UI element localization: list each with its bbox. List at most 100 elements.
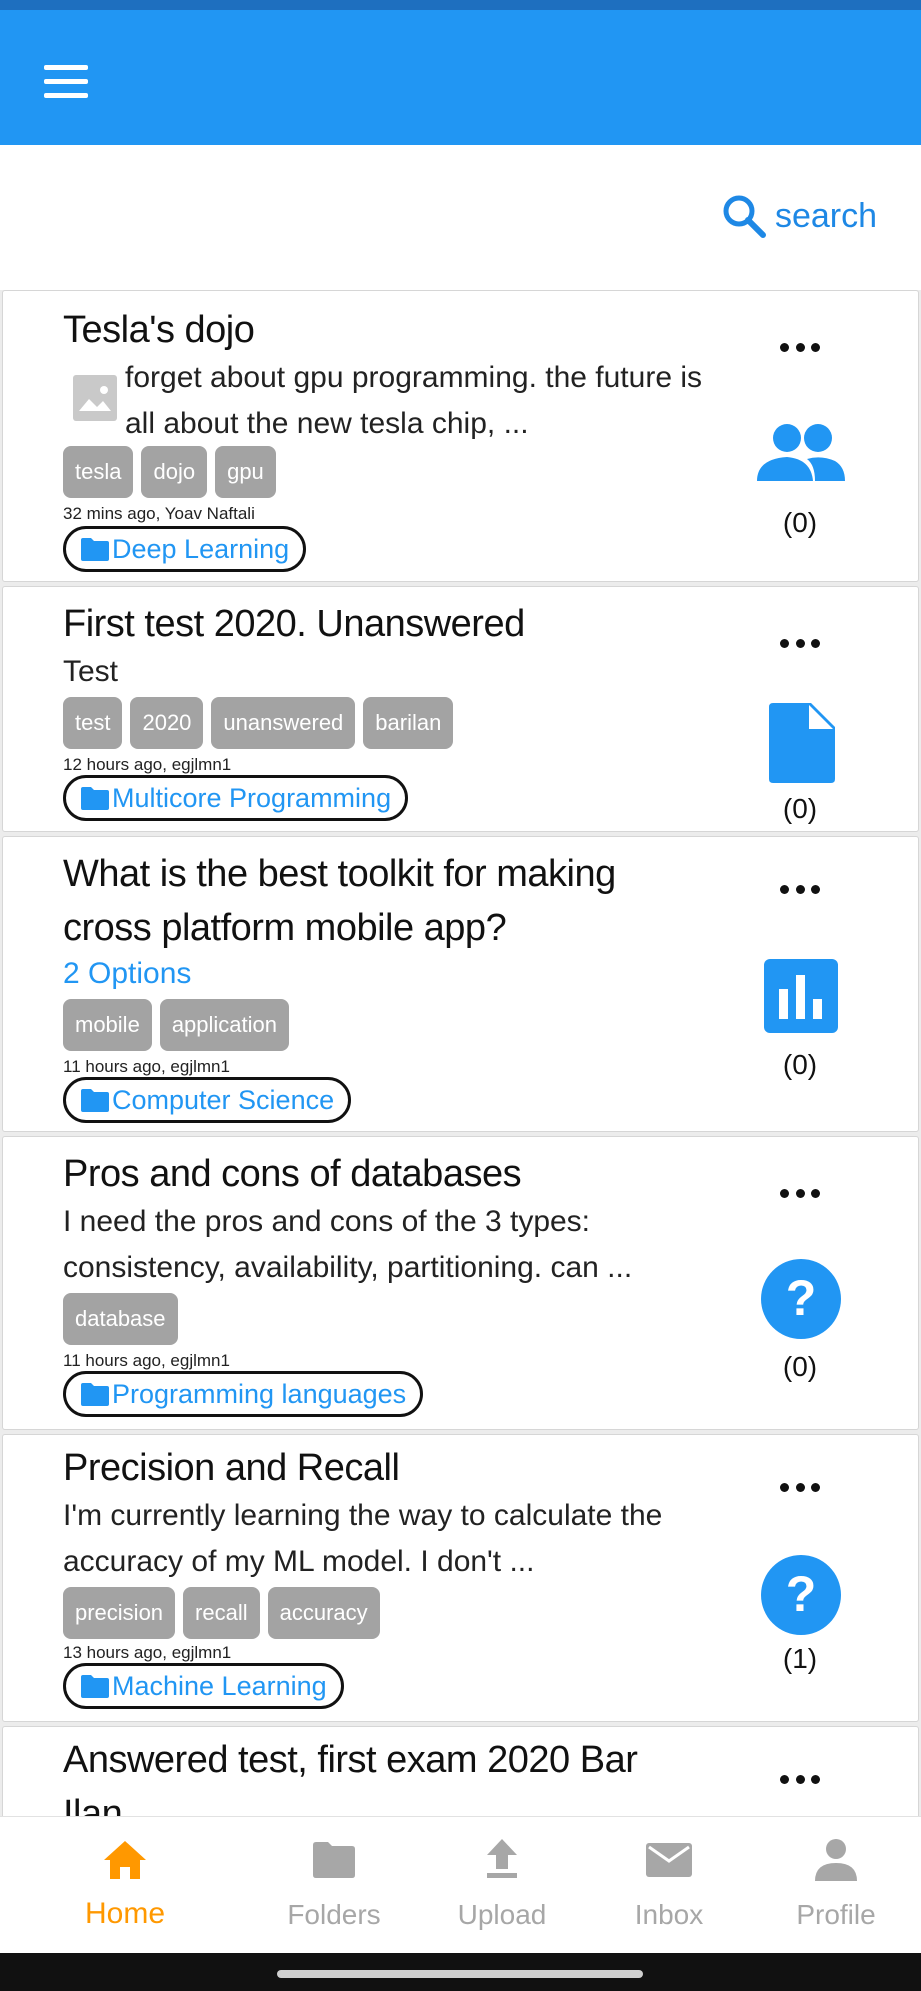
svg-text:?: ? bbox=[786, 1270, 817, 1326]
folder-chip[interactable]: Programming languages bbox=[63, 1371, 424, 1417]
tag-list: tesla dojo gpu bbox=[63, 446, 276, 498]
tag[interactable]: dojo bbox=[141, 446, 208, 498]
post-card[interactable]: Pros and cons of databases I need the pr… bbox=[2, 1136, 919, 1430]
folder-icon bbox=[81, 1089, 109, 1112]
post-meta: 11 hours ago, egjlmn1 bbox=[63, 1351, 230, 1370]
folder-label: Programming languages bbox=[112, 1378, 407, 1409]
nav-home[interactable]: Home bbox=[55, 1817, 195, 1954]
folder-label: Multicore Programming bbox=[112, 782, 392, 813]
post-description: forget about gpu programming. the future… bbox=[125, 361, 703, 440]
nav-profile-label: Profile bbox=[796, 1899, 876, 1930]
tag-list: test 2020 unanswered barilan bbox=[63, 697, 454, 749]
nav-folders-label: Folders bbox=[287, 1899, 381, 1930]
system-navigation-bar bbox=[0, 1953, 921, 1991]
folder-label: Deep Learning bbox=[112, 533, 290, 564]
search-row: search bbox=[0, 145, 921, 290]
post-meta: 11 hours ago, egjlmn1 bbox=[63, 1057, 230, 1076]
nav-profile[interactable]: Profile bbox=[766, 1817, 906, 1954]
poll-icon bbox=[764, 959, 838, 1033]
tag[interactable]: mobile bbox=[63, 999, 152, 1051]
file-icon bbox=[769, 703, 835, 783]
tag[interactable]: 2020 bbox=[130, 697, 204, 749]
tag[interactable]: test bbox=[63, 697, 123, 749]
more-options-button[interactable] bbox=[780, 339, 820, 355]
folder-label: Machine Learning bbox=[112, 1670, 327, 1701]
nav-upload[interactable]: Upload bbox=[432, 1817, 572, 1954]
post-card[interactable]: What is the best toolkit for making cros… bbox=[2, 836, 919, 1132]
folder-chip[interactable]: Machine Learning bbox=[63, 1663, 344, 1709]
post-meta: 13 hours ago, egjlmn1 bbox=[63, 1643, 232, 1662]
home-gesture-handle[interactable] bbox=[277, 1970, 643, 1978]
post-title: What is the best toolkit for making cros… bbox=[63, 853, 616, 949]
mail-icon bbox=[646, 1843, 692, 1877]
tag-list: mobile application bbox=[63, 999, 289, 1051]
folder-icon bbox=[81, 1675, 109, 1698]
nav-folders[interactable]: Folders bbox=[264, 1817, 404, 1954]
post-description: I need the pros and cons of the 3 types:… bbox=[63, 1205, 633, 1284]
post-title: Precision and Recall bbox=[63, 1447, 400, 1489]
post-card[interactable]: Precision and Recall I'm currently learn… bbox=[2, 1434, 919, 1722]
folder-icon bbox=[81, 787, 109, 810]
post-feed[interactable]: Tesla's dojo forget about gpu programmin… bbox=[0, 290, 921, 1816]
post-description: I'm currently learning the way to calcul… bbox=[63, 1499, 663, 1578]
folder-icon bbox=[81, 1383, 109, 1406]
nav-inbox-label: Inbox bbox=[634, 1899, 704, 1930]
more-options-button[interactable] bbox=[780, 1771, 820, 1787]
upload-icon bbox=[487, 1839, 517, 1878]
tag[interactable]: accuracy bbox=[267, 1587, 380, 1639]
folder-icon bbox=[81, 538, 109, 561]
home-icon bbox=[104, 1841, 146, 1879]
nav-home-label: Home bbox=[84, 1897, 166, 1930]
image-placeholder-icon bbox=[73, 375, 117, 421]
post-card[interactable]: First test 2020. Unanswered Test test 20… bbox=[2, 586, 919, 832]
reply-count: (1) bbox=[782, 1643, 818, 1674]
folder-chip[interactable]: Multicore Programming bbox=[63, 775, 409, 821]
nav-upload-label: Upload bbox=[457, 1899, 547, 1930]
post-meta: 32 mins ago, Yoav Naftali bbox=[63, 504, 255, 523]
post-title: First test 2020. Unanswered bbox=[63, 603, 525, 645]
tag[interactable]: application bbox=[159, 999, 289, 1051]
folder-chip[interactable]: Deep Learning bbox=[63, 526, 307, 572]
question-icon: ? bbox=[761, 1555, 841, 1635]
search-icon bbox=[723, 195, 766, 238]
post-description: Test bbox=[63, 655, 119, 688]
nav-inbox[interactable]: Inbox bbox=[599, 1817, 739, 1954]
tag-list: database bbox=[63, 1293, 178, 1345]
menu-icon bbox=[44, 65, 88, 70]
post-card[interactable]: Answered test, first exam 2020 Bar Ilan bbox=[2, 1726, 919, 1816]
tag[interactable]: gpu bbox=[215, 446, 276, 498]
post-title: Pros and cons of databases bbox=[63, 1153, 522, 1195]
tag[interactable]: recall bbox=[183, 1587, 260, 1639]
more-options-button[interactable] bbox=[780, 881, 820, 897]
tag[interactable]: tesla bbox=[63, 446, 134, 498]
search-label: search bbox=[774, 196, 877, 235]
post-title: Answered test, first exam 2020 Bar Ilan bbox=[63, 1739, 638, 1816]
menu-icon-line bbox=[44, 79, 88, 84]
poll-options-count[interactable]: 2 Options bbox=[63, 951, 693, 997]
person-icon bbox=[815, 1839, 857, 1881]
reply-count: (0) bbox=[782, 1351, 818, 1382]
more-options-button[interactable] bbox=[780, 1479, 820, 1495]
tag-list: precision recall accuracy bbox=[63, 1587, 380, 1639]
tag[interactable]: precision bbox=[63, 1587, 176, 1639]
more-options-button[interactable] bbox=[780, 1185, 820, 1201]
tag[interactable]: barilan bbox=[363, 697, 454, 749]
group-icon bbox=[757, 424, 845, 481]
menu-button[interactable] bbox=[44, 65, 90, 101]
folder-chip[interactable]: Computer Science bbox=[63, 1077, 352, 1123]
reply-count: (0) bbox=[782, 1049, 818, 1080]
question-icon: ? bbox=[761, 1259, 841, 1339]
folder-icon bbox=[313, 1842, 355, 1878]
post-title: Tesla's dojo bbox=[63, 309, 255, 351]
more-options-button[interactable] bbox=[780, 635, 820, 651]
tag[interactable]: unanswered bbox=[211, 697, 356, 749]
svg-text:?: ? bbox=[786, 1566, 817, 1622]
tag[interactable]: database bbox=[63, 1293, 178, 1345]
status-bar bbox=[0, 0, 921, 10]
post-card[interactable]: Tesla's dojo forget about gpu programmin… bbox=[2, 290, 919, 582]
app-bar bbox=[0, 10, 921, 145]
reply-count: (0) bbox=[782, 793, 818, 824]
bottom-navigation: Home Folders Upload Inbox Profile bbox=[0, 1816, 921, 1953]
search-button[interactable]: search bbox=[721, 193, 877, 239]
folder-label: Computer Science bbox=[112, 1084, 335, 1115]
